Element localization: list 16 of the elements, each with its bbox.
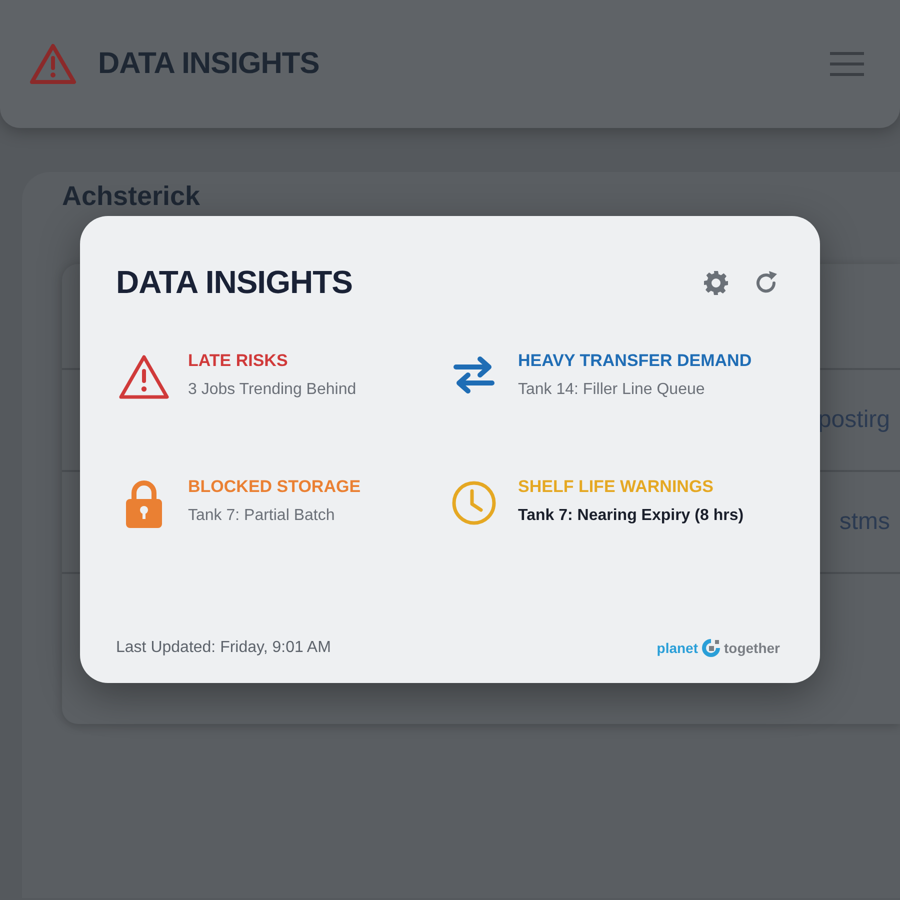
card-title: Achsterick (62, 180, 202, 212)
insight-title: BLOCKED STORAGE (188, 477, 361, 497)
insight-detail: Tank 14: Filler Line Queue (518, 381, 706, 399)
insight-detail: Tank 7: Nearing Expiry (8 hrs) (518, 507, 744, 525)
warning-icon (28, 42, 78, 86)
insight-title: LATE RISKS (188, 351, 289, 371)
app-title: DATA INSIGHTS (98, 47, 320, 81)
logo-mark-icon (700, 637, 722, 659)
settings-icon[interactable] (702, 268, 730, 296)
insight-detail: Tank 7: Partial Batch (188, 507, 336, 525)
brand-logo: planet together (656, 637, 780, 659)
dialog-title: DATA INSIGHTS (116, 264, 352, 301)
last-updated-text: Last Updated: Friday, 9:01 AM (116, 639, 331, 657)
insight-title: HEAVY TRANSFER DEMAND (518, 351, 752, 371)
insight-title: SHELF LIFE WARNINGS (518, 477, 714, 497)
insight-detail: 3 Jobs Trending Behind (188, 381, 356, 399)
